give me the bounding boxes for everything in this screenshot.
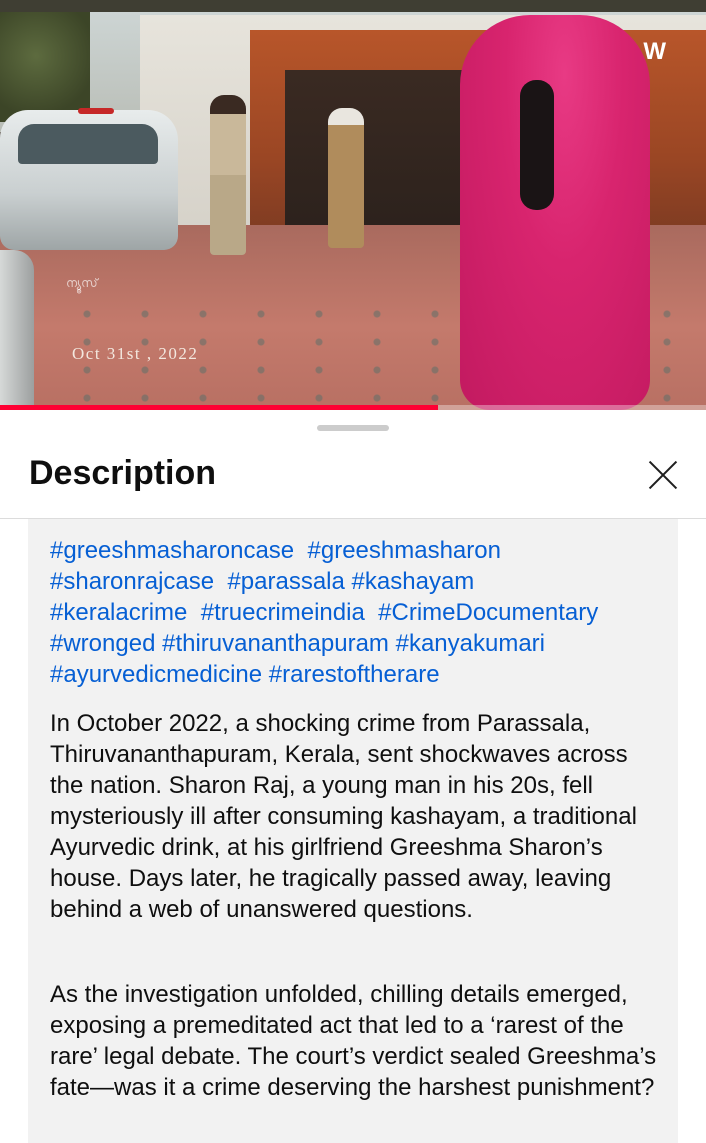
video-watermark: ന്യൂസ് xyxy=(66,276,98,290)
video-frame-officer xyxy=(210,95,246,255)
video-date-overlay: Oct 31st , 2022 xyxy=(72,344,199,363)
drag-handle[interactable] xyxy=(317,425,389,431)
hashtag-link[interactable]: #greeshmasharoncase xyxy=(50,537,294,564)
hashtag-link[interactable]: #sharonrajcase xyxy=(50,568,214,595)
description-paragraph: In October 2022, a shocking crime from P… xyxy=(50,710,637,923)
status-strip xyxy=(0,0,706,12)
video-player[interactable]: W ന്യൂസ് Oct 31st , 2022 xyxy=(0,0,706,410)
channel-logo-icon: W xyxy=(643,38,666,65)
hashtag-link[interactable]: #parassala xyxy=(227,568,344,595)
hashtag-list: #greeshmasharoncase #greeshmasharon #sha… xyxy=(50,535,670,690)
description-panel: Description #greeshmasharoncase #greeshm… xyxy=(0,410,706,1143)
video-frame-officer xyxy=(328,108,364,248)
hashtag-link[interactable]: #wronged xyxy=(50,630,155,657)
hashtag-link[interactable]: #CrimeDocumentary xyxy=(378,599,598,626)
video-frame-hair xyxy=(520,80,554,210)
panel-title: Description xyxy=(29,454,217,492)
video-frame-car-edge xyxy=(0,250,34,410)
video-frame-woman-in-pink xyxy=(460,15,650,410)
video-frame-siren-light xyxy=(78,108,114,114)
close-icon[interactable] xyxy=(646,458,680,492)
description-paragraph: As the investigation unfolded, chilling … xyxy=(50,981,657,1101)
hashtag-link[interactable]: #kashayam xyxy=(352,568,475,595)
hashtag-link[interactable]: #kanyakumari xyxy=(396,630,545,657)
hashtag-link[interactable]: #greeshmasharon xyxy=(308,537,501,564)
description-body: #greeshmasharoncase #greeshmasharon #sha… xyxy=(28,519,678,1143)
video-frame-trees xyxy=(0,12,90,122)
hashtag-link[interactable]: #keralacrime xyxy=(50,599,187,626)
hashtag-link[interactable]: #rarestoftherare xyxy=(269,661,440,688)
video-frame-doorway xyxy=(285,70,485,245)
hashtag-link[interactable]: #ayurvedicmedicine xyxy=(50,661,262,688)
video-frame-car-window xyxy=(18,124,158,164)
hashtag-link[interactable]: #thiruvananthapuram xyxy=(162,630,389,657)
hashtag-link[interactable]: #truecrimeindia xyxy=(201,599,365,626)
